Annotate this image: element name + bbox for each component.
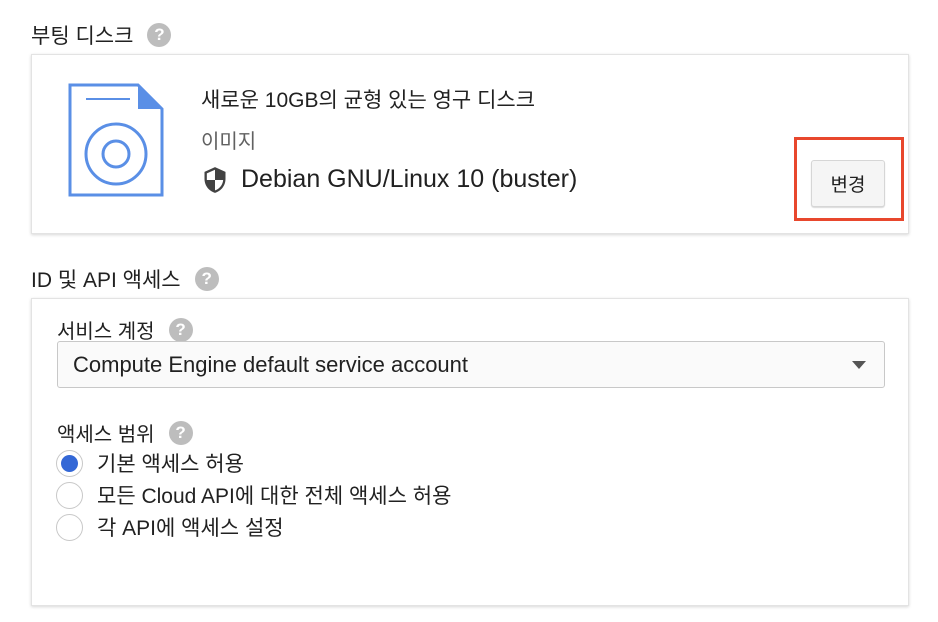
radio-label: 각 API에 액세스 설정	[97, 517, 284, 540]
boot-disk-section-title: 부팅 디스크 ?	[31, 20, 172, 50]
service-account-label: 서비스 계정 ?	[57, 315, 193, 344]
access-scopes-label-text: 액세스 범위	[57, 424, 155, 446]
service-account-value: Compute Engine default service account	[73, 351, 469, 377]
radio-option-per-api-access[interactable]: 각 API에 액세스 설정	[56, 511, 451, 543]
change-button[interactable]: 변경	[811, 160, 885, 207]
help-icon[interactable]: ?	[168, 317, 193, 342]
help-icon[interactable]: ?	[147, 23, 172, 47]
radio-button[interactable]	[56, 513, 83, 541]
shield-icon	[204, 166, 226, 193]
image-label: 이미지	[201, 131, 257, 153]
radio-label: 기본 액세스 허용	[97, 453, 244, 476]
radio-button[interactable]	[56, 481, 83, 509]
boot-disk-card: 새로운 10GB의 균형 있는 영구 디스크 이미지 Debian GNU/Li…	[31, 54, 909, 234]
api-access-section-title: ID 및 API 액세스 ?	[31, 264, 219, 294]
api-access-title-text: ID 및 API 액세스	[31, 269, 181, 292]
radio-option-full-access[interactable]: 모든 Cloud API에 대한 전체 액세스 허용	[56, 479, 451, 511]
os-name: Debian GNU/Linux 10 (buster)	[241, 165, 578, 193]
radio-option-default-access[interactable]: 기본 액세스 허용	[56, 447, 451, 479]
access-scopes-label: 액세스 범위 ?	[57, 418, 193, 447]
radio-button[interactable]	[56, 449, 83, 477]
service-account-select[interactable]: Compute Engine default service account	[57, 341, 885, 388]
access-scope-radio-group: 기본 액세스 허용 모든 Cloud API에 대한 전체 액세스 허용 각 A…	[56, 447, 451, 543]
help-icon[interactable]: ?	[194, 267, 219, 291]
boot-disk-title-text: 부팅 디스크	[31, 25, 134, 48]
help-icon[interactable]: ?	[168, 420, 193, 445]
disk-description: 새로운 10GB의 균형 있는 영구 디스크	[201, 89, 536, 112]
os-row: Debian GNU/Linux 10 (buster)	[201, 165, 577, 194]
service-account-label-text: 서비스 계정	[57, 321, 155, 343]
disk-image-icon	[68, 83, 164, 197]
dropdown-arrow-icon	[852, 361, 866, 369]
radio-label: 모든 Cloud API에 대한 전체 액세스 허용	[97, 485, 452, 508]
api-access-card: 서비스 계정 ? Compute Engine default service …	[31, 298, 909, 606]
